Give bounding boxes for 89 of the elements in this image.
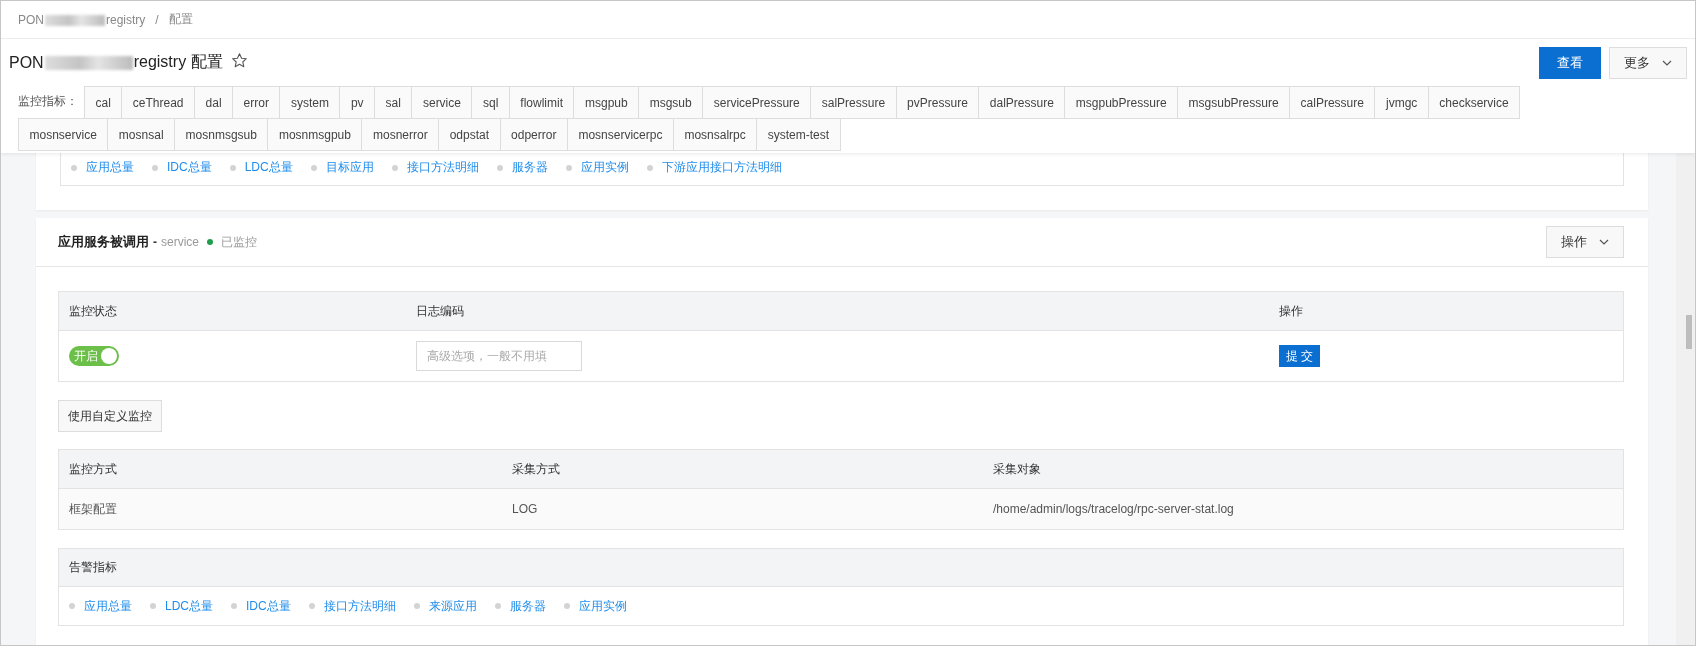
column-header: 采集方式 [512, 460, 561, 478]
bullet-icon [496, 164, 503, 171]
view-button[interactable]: 查看 [1539, 46, 1601, 79]
metric-tab[interactable]: checkservice [1427, 86, 1521, 119]
page-title: PON registry 配置 [9, 52, 223, 73]
metric-link[interactable]: 应用总量 [86, 159, 134, 176]
metric-link[interactable]: 接口方法明细 [406, 159, 479, 176]
bullet-icon [310, 164, 317, 171]
metric-tab[interactable]: cal [84, 86, 123, 119]
metric-tab[interactable]: salPressure [810, 86, 897, 119]
bullet-icon [563, 603, 570, 609]
metric-tab[interactable]: mosnmsgpub [267, 118, 363, 151]
metric-link[interactable]: 服务器 [509, 597, 546, 615]
metric-link[interactable]: IDC总量 [167, 159, 212, 176]
metric-tab[interactable]: msgsubPressure [1177, 86, 1291, 119]
title-separator: - [153, 235, 157, 249]
section-header: 告警指标 [59, 549, 1623, 587]
metric-tab[interactable]: msgsub [638, 86, 704, 119]
chevron-down-icon [1599, 239, 1609, 245]
metric-link[interactable]: 应用总量 [84, 597, 132, 615]
bullet-icon [494, 603, 501, 609]
metric-tab[interactable]: odperror [499, 118, 568, 151]
metric-tab[interactable]: mosnsal [107, 118, 176, 151]
metric-tab[interactable]: mosnservicerpc [566, 118, 674, 151]
column-header: 监控方式 [69, 460, 118, 478]
metric-tab[interactable]: error [232, 86, 281, 119]
metric-tab[interactable]: ceThread [121, 86, 196, 119]
metric-tab[interactable]: dalPressure [978, 86, 1066, 119]
metric-tab[interactable]: sql [471, 86, 510, 119]
metrics-label: 监控指标： [18, 93, 78, 110]
column-header: 操作 [1279, 302, 1304, 320]
card-title: 应用服务被调用 [58, 233, 149, 251]
bullet-icon [308, 603, 315, 609]
redacted-text [45, 14, 105, 26]
more-button[interactable]: 更多 [1609, 46, 1687, 79]
metric-tab[interactable]: service [411, 86, 473, 119]
chevron-down-icon [1662, 59, 1672, 66]
metric-tab[interactable]: calPressure [1289, 86, 1376, 119]
metric-link[interactable]: LDC总量 [244, 159, 293, 176]
bullet-icon [152, 164, 158, 171]
metric-tab[interactable]: pvPressure [895, 86, 980, 119]
metric-tab[interactable]: odpstat [438, 118, 501, 151]
metric-tab[interactable]: servicePressure [702, 86, 812, 119]
bullet-icon [231, 603, 237, 609]
submit-button[interactable]: 提 交 [1279, 345, 1321, 367]
metric-tab[interactable]: pv [339, 86, 376, 119]
metric-tab[interactable]: mosnsalrpc [672, 118, 758, 151]
column-header: 采集对象 [993, 460, 1042, 478]
log-code-field[interactable]: 高级选项，一般不用填 [416, 341, 582, 371]
bullet-icon [150, 603, 156, 609]
metric-link[interactable]: 服务器 [511, 159, 548, 176]
metric-link[interactable]: 应用实例 [580, 159, 629, 176]
metric-tab[interactable]: mosnservice [18, 118, 109, 151]
bullet-icon [413, 603, 420, 609]
breadcrumb-separator: / [155, 12, 159, 27]
card-type-label: service [161, 235, 199, 249]
metric-link[interactable]: 下游应用接口方法明细 [661, 159, 782, 176]
metric-tab[interactable]: sal [374, 86, 413, 119]
table-cell-text: /home/admin/logs/tracelog/rpc-server-stat.log [993, 502, 1235, 516]
metric-tab[interactable]: jvmgc [1374, 86, 1429, 119]
breadcrumb-item[interactable]: PON registry [18, 12, 146, 27]
metric-tab[interactable]: mosnmsgsub [174, 118, 269, 151]
bullet-icon [391, 164, 398, 171]
metric-tab[interactable]: msgpub [573, 86, 640, 119]
metric-link[interactable]: LDC总量 [165, 597, 213, 615]
metric-tab[interactable]: system [279, 86, 341, 119]
metric-link[interactable]: 应用实例 [578, 597, 627, 615]
metric-tab[interactable]: mosnerror [361, 118, 440, 151]
metric-link[interactable]: 目标应用 [325, 159, 374, 176]
column-header: 日志编码 [416, 302, 465, 320]
column-header: 监控状态 [69, 302, 118, 320]
bullet-icon [69, 603, 75, 609]
bullet-icon [646, 164, 653, 171]
action-button[interactable]: 操作 [1546, 226, 1624, 258]
metric-link[interactable]: 来源应用 [428, 597, 477, 615]
metric-tab[interactable]: system-test [756, 118, 841, 151]
metric-link[interactable]: 接口方法明细 [323, 597, 396, 615]
table-cell-text: 框架配置 [69, 500, 118, 518]
scrollbar-thumb[interactable] [1686, 315, 1692, 349]
metric-link[interactable]: IDC总量 [246, 597, 291, 615]
status-label: 已监控 [221, 233, 257, 251]
custom-monitor-button[interactable]: 使用自定义监控 [58, 400, 162, 432]
breadcrumb-item[interactable]: 配置 [168, 11, 193, 28]
bullet-icon [565, 164, 572, 171]
table-cell-text: LOG [512, 502, 539, 516]
metric-tab[interactable]: flowlimit [508, 86, 575, 119]
metric-tab[interactable]: msgpubPressure [1064, 86, 1179, 119]
bullet-icon [229, 164, 236, 171]
bullet-icon [71, 164, 77, 171]
